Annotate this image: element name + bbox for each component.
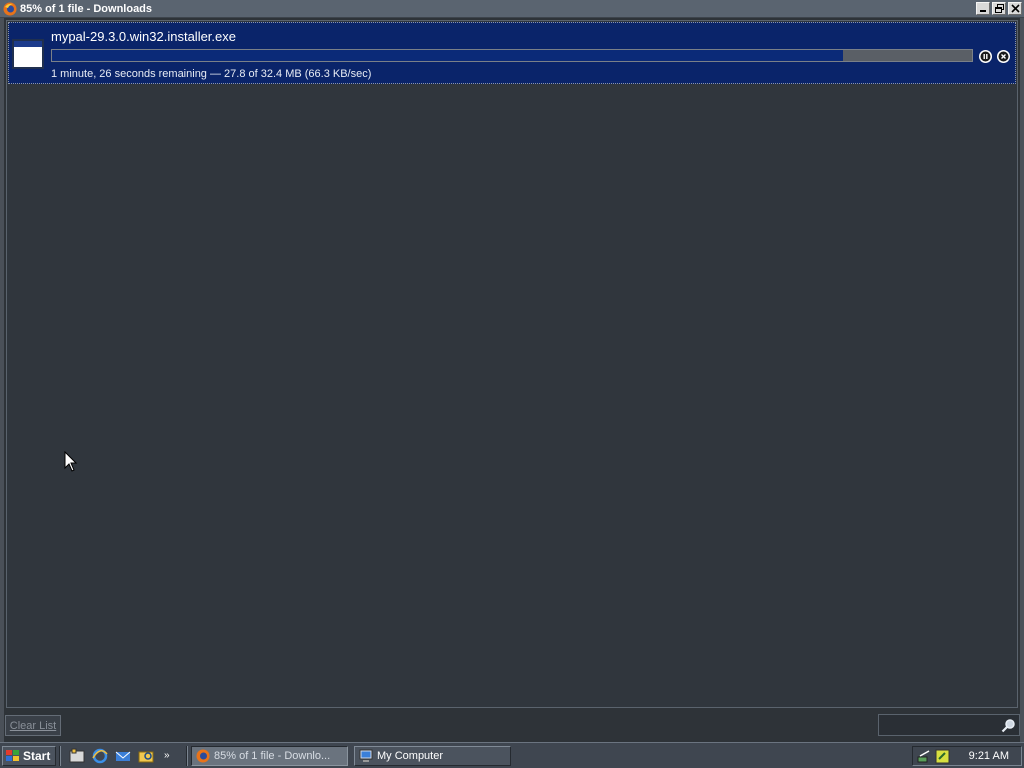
- system-tray: 9:21 AM: [912, 746, 1022, 766]
- taskbar-separator: [186, 745, 188, 766]
- downloads-window: mypal-29.3.0.win32.installer.exe 1 minut…: [0, 18, 1024, 742]
- pause-button[interactable]: [979, 50, 992, 63]
- outlook-express-icon: [115, 751, 130, 761]
- minimize-button[interactable]: [976, 2, 990, 15]
- title-bar[interactable]: 85% of 1 file - Downloads: [0, 0, 1024, 18]
- search-input[interactable]: [878, 714, 1020, 736]
- close-button[interactable]: [1008, 2, 1022, 15]
- firefox-icon: [196, 749, 210, 762]
- quick-launch-show-desktop[interactable]: [68, 747, 85, 764]
- download-list[interactable]: mypal-29.3.0.win32.installer.exe 1 minut…: [6, 20, 1018, 708]
- taskbar-button-label: 85% of 1 file - Downlo...: [214, 749, 331, 762]
- taskbar-button-label: My Computer: [377, 749, 444, 762]
- download-status: 1 minute, 26 seconds remaining — 27.8 of…: [51, 68, 372, 80]
- firefox-icon: [3, 2, 17, 15]
- clear-list-button[interactable]: Clear List: [5, 715, 61, 736]
- file-icon: [12, 39, 44, 69]
- quick-launch: »: [68, 747, 170, 764]
- computer-icon: [359, 749, 373, 762]
- start-button[interactable]: Start: [2, 745, 56, 766]
- network-icon[interactable]: [917, 749, 932, 764]
- quick-launch-explorer[interactable]: [137, 747, 154, 764]
- clock[interactable]: 9:21 AM: [969, 750, 1009, 762]
- quick-launch-internet-explorer[interactable]: [91, 747, 108, 764]
- safely-remove-hardware-icon[interactable]: [935, 749, 950, 764]
- search-icon[interactable]: [1001, 718, 1016, 733]
- taskbar-separator: [59, 745, 61, 766]
- quick-launch-outlook-express[interactable]: [114, 747, 131, 764]
- restore-button[interactable]: [992, 2, 1006, 15]
- bottom-bar: Clear List: [4, 709, 1020, 739]
- cancel-icon: [998, 51, 1009, 62]
- taskbar: Start » 85% of 1 file - Downlo... My Com…: [0, 742, 1024, 768]
- internet-explorer-icon: [91, 748, 108, 763]
- window-title: 85% of 1 file - Downloads: [20, 2, 153, 15]
- download-item[interactable]: mypal-29.3.0.win32.installer.exe 1 minut…: [8, 22, 1016, 84]
- mouse-cursor-icon: [64, 451, 78, 472]
- taskbar-button-downloads[interactable]: 85% of 1 file - Downlo...: [191, 745, 348, 766]
- start-label: Start: [23, 748, 51, 763]
- download-progress-fill: [52, 50, 844, 61]
- show-desktop-icon: [69, 748, 84, 762]
- explorer-folder-icon: [138, 751, 153, 762]
- minimize-icon: [979, 10, 986, 12]
- download-progress-bar: [51, 49, 973, 62]
- cancel-button[interactable]: [997, 50, 1010, 63]
- quick-launch-overflow-button[interactable]: »: [164, 750, 170, 761]
- windows-logo-icon: [6, 749, 19, 761]
- download-filename: mypal-29.3.0.win32.installer.exe: [51, 29, 236, 44]
- close-icon: [1010, 4, 1020, 13]
- restore-icon: [994, 4, 1004, 13]
- taskbar-button-my-computer[interactable]: My Computer: [354, 745, 511, 766]
- pause-icon: [980, 51, 991, 62]
